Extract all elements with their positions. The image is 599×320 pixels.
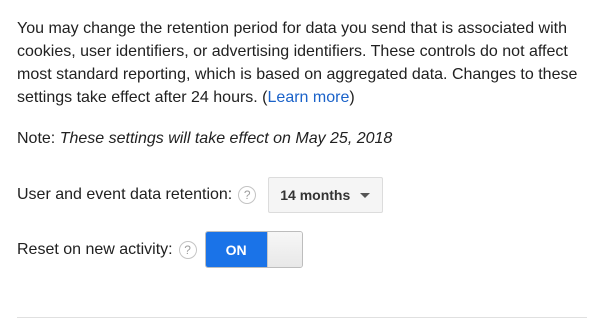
retention-period-dropdown[interactable]: 14 months xyxy=(268,177,384,213)
note-text: Note: These settings will take effect on… xyxy=(17,128,392,150)
reset-label: Reset on new activity: xyxy=(17,240,173,258)
learn-more-link[interactable]: Learn more xyxy=(268,89,350,106)
help-icon[interactable]: ? xyxy=(238,186,257,204)
retention-label: User and event data retention: xyxy=(17,186,233,203)
help-icon[interactable]: ? xyxy=(178,240,197,259)
note-label: Note: xyxy=(17,130,60,147)
caret-down-icon xyxy=(360,192,371,198)
retention-description: You may change the retention period for … xyxy=(17,17,587,109)
retention-row: User and event data retention: ? 14 mont… xyxy=(17,177,384,213)
reset-on-new-activity-toggle[interactable]: ON xyxy=(204,231,303,268)
toggle-knob[interactable] xyxy=(266,232,302,267)
divider xyxy=(17,317,587,318)
data-retention-settings: You may change the retention period for … xyxy=(0,0,599,320)
note-effective-date: These settings will take effect on May 2… xyxy=(59,130,393,147)
reset-row: Reset on new activity: ? ON xyxy=(17,231,303,268)
toggle-on-label: ON xyxy=(205,232,267,267)
description-suffix: ) xyxy=(349,89,355,106)
retention-period-value: 14 months xyxy=(280,187,351,203)
